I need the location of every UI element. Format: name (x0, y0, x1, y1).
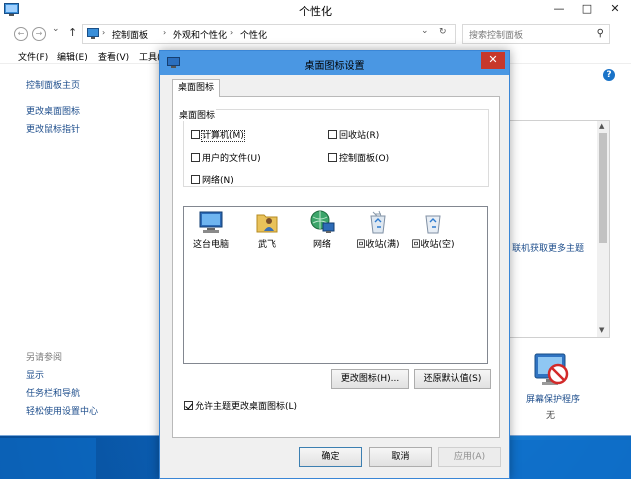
window-title: 个性化 (299, 5, 332, 18)
search-placeholder: 搜索控制面板 (469, 31, 524, 41)
desktop-tile (0, 438, 96, 479)
refresh-icon[interactable]: ↻ (439, 27, 447, 37)
desktop-icon-settings-dialog: 桌面图标设置 ✕ 桌面图标 桌面图标 计算机(M) 回收站(R) 用户的文件(U… (159, 50, 510, 479)
address-box[interactable]: › 控制面板 › 外观和个性化 › 个性化 ⌄ ↻ (82, 24, 456, 44)
breadcrumb-separator: › (163, 28, 167, 37)
scroll-down-icon[interactable]: ▼ (599, 326, 604, 334)
get-more-themes-link[interactable]: 联机获取更多主题 (512, 241, 584, 254)
user-folder-icon (256, 214, 278, 233)
checkbox-box[interactable] (191, 153, 200, 162)
checkbox-user-files[interactable]: 用户的文件(U) (191, 151, 261, 164)
checkbox-allow-themes[interactable]: 允许主题更改桌面图标(L) (184, 399, 297, 412)
recycle-bin-full-icon (370, 210, 386, 234)
breadcrumb-personalization[interactable]: 个性化 (240, 28, 267, 41)
icon-item-this-pc[interactable]: 这台电脑 (186, 209, 236, 250)
checkbox-box-checked[interactable] (184, 401, 193, 410)
dialog-close-button[interactable]: ✕ (481, 52, 505, 69)
change-icon-button[interactable]: 更改图标(H)... (331, 369, 409, 389)
control-panel-icon (87, 28, 99, 39)
back-button[interactable]: ← (14, 27, 28, 41)
checkbox-label: 网络(N) (202, 176, 234, 186)
icon-item-recycle-full[interactable]: 回收站(满) (353, 209, 403, 250)
icon-item-network[interactable]: 网络 (297, 209, 347, 250)
address-dropdown-icon[interactable]: ⌄ (421, 26, 429, 36)
checkbox-control-panel[interactable]: 控制面板(O) (328, 151, 389, 164)
icon-label: 武飞 (257, 240, 276, 250)
see-also-heading: 另请参阅 (26, 353, 63, 363)
desktop-icon-list[interactable]: 这台电脑 武飞 网络 回收站(满) 回收站(空) (183, 206, 488, 364)
display-link[interactable]: 显示 (26, 368, 44, 381)
dialog-titlebar[interactable]: 桌面图标设置 ✕ (160, 51, 509, 75)
scrollbar-thumb[interactable] (599, 133, 607, 243)
maximize-button[interactable]: □ (573, 0, 601, 20)
checkbox-label: 控制面板(O) (339, 154, 390, 164)
themes-list[interactable]: ▲ ▼ (500, 120, 610, 338)
groupbox-label: 桌面图标 (178, 108, 217, 121)
checkbox-network[interactable]: 网络(N) (191, 173, 234, 186)
desktop-tile (510, 440, 631, 479)
up-button[interactable]: ↑ (68, 26, 77, 39)
menu-edit[interactable]: 编辑(E) (57, 50, 88, 63)
icon-item-user-folder[interactable]: 武飞 (242, 209, 292, 250)
screensaver-link[interactable]: 屏幕保护程序 (526, 392, 580, 405)
checkbox-label: 允许主题更改桌面图标(L) (195, 402, 298, 412)
scroll-up-icon[interactable]: ▲ (599, 122, 604, 130)
dialog-title: 桌面图标设置 (304, 61, 365, 72)
minimize-button[interactable]: — (545, 0, 573, 20)
checkbox-box[interactable] (328, 153, 337, 162)
change-desktop-icons-link[interactable]: 更改桌面图标 (26, 104, 80, 117)
checkbox-label: 计算机(M) (201, 130, 245, 142)
checkbox-box[interactable] (191, 175, 200, 184)
ease-of-access-link[interactable]: 轻松使用设置中心 (26, 404, 98, 417)
close-window-button[interactable]: ✕ (601, 0, 629, 20)
breadcrumb-separator: › (102, 28, 106, 37)
recycle-bin-empty-icon (425, 215, 441, 234)
checkbox-recycle-bin[interactable]: 回收站(R) (328, 128, 379, 141)
checkbox-box[interactable] (191, 130, 200, 139)
icon-label: 网络 (312, 240, 331, 250)
network-icon (310, 210, 335, 233)
icon-label: 回收站(空) (411, 240, 455, 250)
checkbox-box[interactable] (328, 130, 337, 139)
breadcrumb-separator: › (230, 28, 234, 37)
taskbar-navigation-link[interactable]: 任务栏和导航 (26, 386, 80, 399)
window-titlebar[interactable]: 个性化 — □ ✕ (0, 0, 631, 20)
restore-default-button[interactable]: 还原默认值(S) (414, 369, 491, 389)
this-pc-icon (199, 211, 223, 233)
checkbox-computer[interactable]: 计算机(M) (191, 128, 245, 142)
icon-item-recycle-empty[interactable]: 回收站(空) (408, 209, 458, 250)
breadcrumb-control-panel[interactable]: 控制面板 (112, 28, 148, 41)
change-mouse-pointer-link[interactable]: 更改鼠标指针 (26, 122, 80, 135)
icon-label: 这台电脑 (192, 240, 229, 250)
address-bar-row: ← → ⌄ ↑ › 控制面板 › 外观和个性化 › 个性化 ⌄ ↻ 搜索控制面板… (0, 22, 631, 46)
breadcrumb-appearance[interactable]: 外观和个性化 (173, 28, 227, 41)
cancel-button[interactable]: 取消 (369, 447, 432, 467)
help-icon[interactable]: ? (603, 69, 615, 81)
themes-scrollbar[interactable]: ▲ ▼ (597, 121, 609, 337)
search-icon[interactable]: ⚲ (597, 28, 604, 39)
apply-button[interactable]: 应用(A) (438, 447, 501, 467)
menu-file[interactable]: 文件(F) (18, 50, 48, 63)
recent-locations-dropdown[interactable]: ⌄ (52, 24, 60, 34)
checkbox-label: 用户的文件(U) (202, 154, 261, 164)
screensaver-icon[interactable] (532, 352, 570, 388)
checkbox-label: 回收站(R) (339, 131, 380, 141)
tab-desktop-icons[interactable]: 桌面图标 (172, 79, 220, 97)
search-input[interactable]: 搜索控制面板 ⚲ (462, 24, 610, 44)
screensaver-value: 无 (546, 411, 556, 421)
ok-button[interactable]: 确定 (299, 447, 362, 467)
icon-label: 回收站(满) (356, 240, 400, 250)
control-panel-home-link[interactable]: 控制面板主页 (26, 78, 80, 91)
forward-button[interactable]: → (32, 27, 46, 41)
menu-view[interactable]: 查看(V) (98, 50, 129, 63)
